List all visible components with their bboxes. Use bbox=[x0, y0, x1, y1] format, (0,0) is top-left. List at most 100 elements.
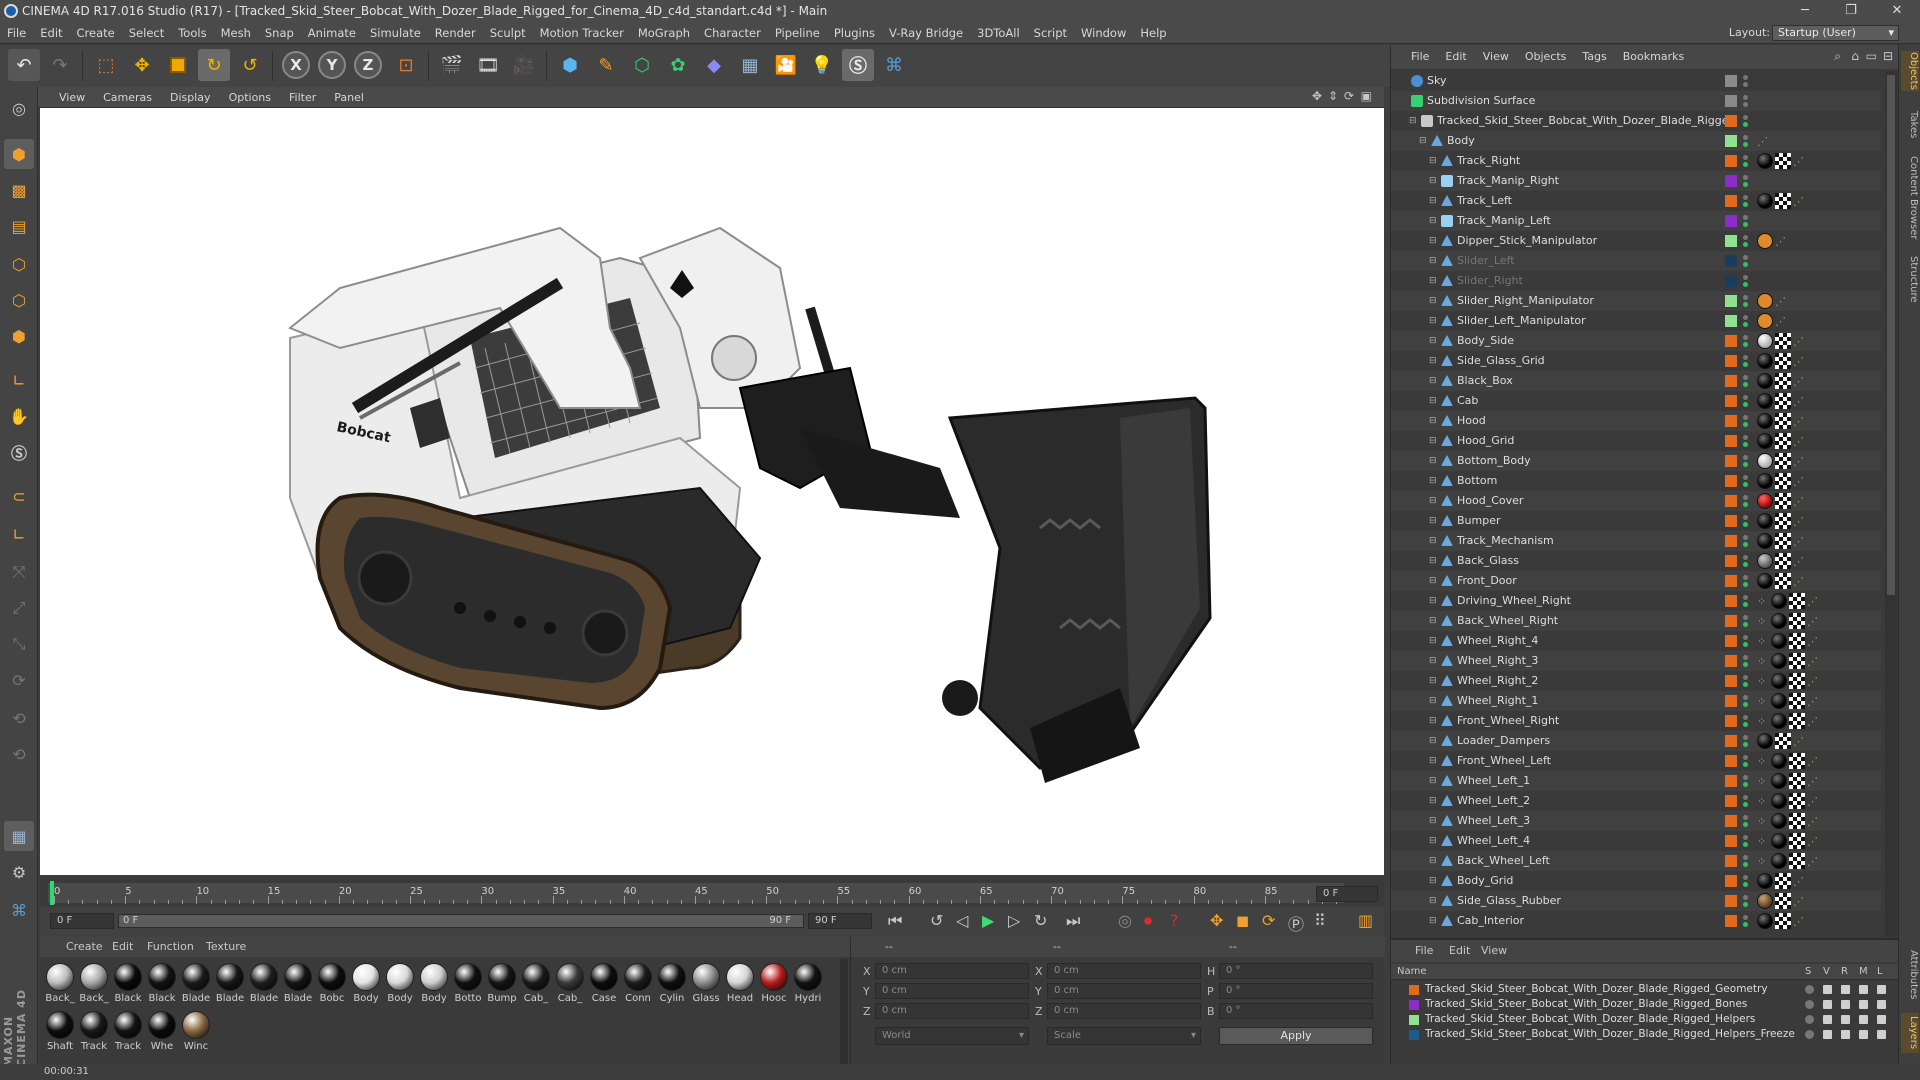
selection-tag-icon[interactable]: ⋰ bbox=[1793, 576, 1805, 588]
editor-visibility-dot[interactable] bbox=[1743, 255, 1748, 260]
tab-layers[interactable]: Layers bbox=[1901, 1013, 1919, 1053]
editor-visibility-dot[interactable] bbox=[1743, 95, 1748, 100]
selection-tag-icon[interactable]: ⋰ bbox=[1775, 316, 1787, 328]
editor-visibility-dot[interactable] bbox=[1743, 695, 1748, 700]
selection-tag-icon[interactable]: ⋰ bbox=[1807, 656, 1819, 668]
layer-color-swatch[interactable] bbox=[1725, 395, 1737, 407]
material-swatch[interactable]: Black bbox=[146, 963, 178, 1009]
constraint-tag-icon[interactable]: ⁘ bbox=[1757, 716, 1769, 728]
material-tag-icon[interactable] bbox=[1757, 453, 1773, 469]
manager-toggle-icon[interactable] bbox=[1859, 985, 1868, 994]
editor-visibility-dot[interactable] bbox=[1743, 215, 1748, 220]
material-menu-create[interactable]: Create bbox=[66, 937, 103, 957]
texture-tag-icon[interactable] bbox=[1775, 393, 1791, 409]
texture-tag-icon[interactable] bbox=[1789, 693, 1805, 709]
layer-color-swatch[interactable] bbox=[1409, 1000, 1419, 1010]
material-swatch[interactable]: Shaft bbox=[44, 1011, 76, 1057]
render-visibility-dot[interactable] bbox=[1743, 562, 1748, 567]
object-row[interactable]: ⊟ Bumper ⋰ bbox=[1391, 511, 1881, 531]
expand-toggle-icon[interactable]: ⊟ bbox=[1429, 431, 1437, 451]
y-axis-lock-button[interactable]: Y bbox=[318, 51, 346, 79]
layer-color-swatch[interactable] bbox=[1725, 75, 1737, 87]
selection-tag-icon[interactable]: ⋰ bbox=[1793, 416, 1805, 428]
lock-toggle-icon[interactable] bbox=[1877, 985, 1886, 994]
object-row[interactable]: ⊟ Body_Grid ⋰ bbox=[1391, 871, 1881, 891]
layer-color-swatch[interactable] bbox=[1725, 295, 1737, 307]
z-axis-lock-button[interactable]: Z bbox=[354, 51, 382, 79]
render-visibility-dot[interactable] bbox=[1743, 202, 1748, 207]
material-swatch[interactable]: Hooc bbox=[758, 963, 790, 1009]
material-swatch[interactable]: Case bbox=[588, 963, 620, 1009]
material-tag-icon[interactable] bbox=[1757, 353, 1773, 369]
material-tag-icon[interactable] bbox=[1757, 533, 1773, 549]
material-swatch[interactable]: Back_ bbox=[78, 963, 110, 1009]
texture-tag-icon[interactable] bbox=[1775, 873, 1791, 889]
object-row[interactable]: Subdivision Surface bbox=[1391, 91, 1881, 111]
render-visibility-dot[interactable] bbox=[1743, 702, 1748, 707]
material-swatch[interactable]: Winc bbox=[180, 1011, 212, 1057]
render-visibility-dot[interactable] bbox=[1743, 382, 1748, 387]
minimize-button[interactable]: ─ bbox=[1782, 0, 1828, 22]
viewport-menu-cameras[interactable]: Cameras bbox=[94, 87, 161, 108]
selection-tag-icon[interactable]: ⋰ bbox=[1793, 196, 1805, 208]
manager-toggle-icon[interactable] bbox=[1859, 1000, 1868, 1009]
layer-color-swatch[interactable] bbox=[1725, 135, 1737, 147]
object-row[interactable]: ⊟ Wheel_Left_3 ⁘ ⋰ bbox=[1391, 811, 1881, 831]
object-row[interactable]: Sky bbox=[1391, 71, 1881, 91]
menu-animate[interactable]: Animate bbox=[301, 22, 363, 44]
menu-mograph[interactable]: MoGraph bbox=[631, 22, 697, 44]
selection-tag-icon[interactable]: ⋰ bbox=[1793, 156, 1805, 168]
ik-tool-button[interactable]: ⚙ bbox=[4, 857, 34, 887]
material-tag-icon[interactable] bbox=[1771, 593, 1787, 609]
layer-color-swatch[interactable] bbox=[1725, 515, 1737, 527]
material-tag-icon[interactable] bbox=[1771, 853, 1787, 869]
texture-mode-button[interactable]: ▩ bbox=[4, 175, 34, 205]
layer-menu-edit[interactable]: Edit bbox=[1449, 940, 1470, 962]
solo-toggle-icon[interactable] bbox=[1805, 1000, 1814, 1009]
add-spline-button[interactable]: ✎ bbox=[590, 49, 622, 81]
editor-visibility-dot[interactable] bbox=[1743, 715, 1748, 720]
material-swatch[interactable]: Glass bbox=[690, 963, 722, 1009]
sculpt-inflate-button[interactable]: ⟳ bbox=[4, 665, 34, 695]
visible-toggle-icon[interactable] bbox=[1823, 1030, 1832, 1039]
expand-toggle-icon[interactable]: ⊟ bbox=[1429, 391, 1437, 411]
object-row[interactable]: ⊟ Track_Left ⋰ bbox=[1391, 191, 1881, 211]
expand-toggle-icon[interactable]: ⊟ bbox=[1429, 651, 1437, 671]
editor-visibility-dot[interactable] bbox=[1743, 635, 1748, 640]
layer-color-swatch[interactable] bbox=[1725, 635, 1737, 647]
solo-toggle-icon[interactable] bbox=[1805, 1030, 1814, 1039]
expand-toggle-icon[interactable]: ⊟ bbox=[1429, 891, 1437, 911]
position-x-field[interactable]: 0 cm bbox=[875, 963, 1029, 979]
tab-takes[interactable]: Takes bbox=[1901, 105, 1919, 145]
viewport-maximize-icon[interactable]: ▣ bbox=[1361, 89, 1372, 103]
layer-color-swatch[interactable] bbox=[1725, 615, 1737, 627]
menu-sculpt[interactable]: Sculpt bbox=[483, 22, 533, 44]
viewport-menu-panel[interactable]: Panel bbox=[325, 87, 373, 108]
texture-tag-icon[interactable] bbox=[1775, 893, 1791, 909]
editor-visibility-dot[interactable] bbox=[1743, 595, 1748, 600]
render-visibility-dot[interactable] bbox=[1743, 322, 1748, 327]
workplane-axis-button[interactable]: ∟ bbox=[4, 519, 34, 549]
constraint-tag-icon[interactable]: ⁘ bbox=[1757, 776, 1769, 788]
rotation-b-field[interactable]: 0 ° bbox=[1219, 1003, 1373, 1019]
texture-tag-icon[interactable] bbox=[1789, 853, 1805, 869]
next-frame-button[interactable]: ▷ bbox=[1008, 911, 1020, 930]
object-row[interactable]: ⊟ Bottom_Body ⋰ bbox=[1391, 451, 1881, 471]
constraint-tag-icon[interactable]: ⁘ bbox=[1757, 796, 1769, 808]
material-swatch[interactable]: Body bbox=[384, 963, 416, 1009]
axis-mode-button[interactable]: ∟ bbox=[4, 365, 34, 395]
texture-tag-icon[interactable] bbox=[1789, 673, 1805, 689]
object-row[interactable]: ⊟ Back_Wheel_Right ⁘ ⋰ bbox=[1391, 611, 1881, 631]
texture-tag-icon[interactable] bbox=[1775, 453, 1791, 469]
protection-tag-icon[interactable] bbox=[1757, 313, 1773, 329]
object-row[interactable]: ⊟ Body ⋰ bbox=[1391, 131, 1881, 151]
manager-toggle-icon[interactable] bbox=[1859, 1015, 1868, 1024]
selection-tag-icon[interactable]: ⋰ bbox=[1793, 476, 1805, 488]
material-swatch[interactable]: Blade bbox=[248, 963, 280, 1009]
expand-toggle-icon[interactable]: ⊟ bbox=[1409, 111, 1417, 131]
object-row[interactable]: ⊟ Back_Glass ⋰ bbox=[1391, 551, 1881, 571]
position-z-field[interactable]: 0 cm bbox=[875, 1003, 1029, 1019]
layer-row[interactable]: Tracked_Skid_Steer_Bobcat_With_Dozer_Bla… bbox=[1391, 1012, 1897, 1027]
texture-tag-icon[interactable] bbox=[1775, 553, 1791, 569]
material-tag-icon[interactable] bbox=[1771, 673, 1787, 689]
